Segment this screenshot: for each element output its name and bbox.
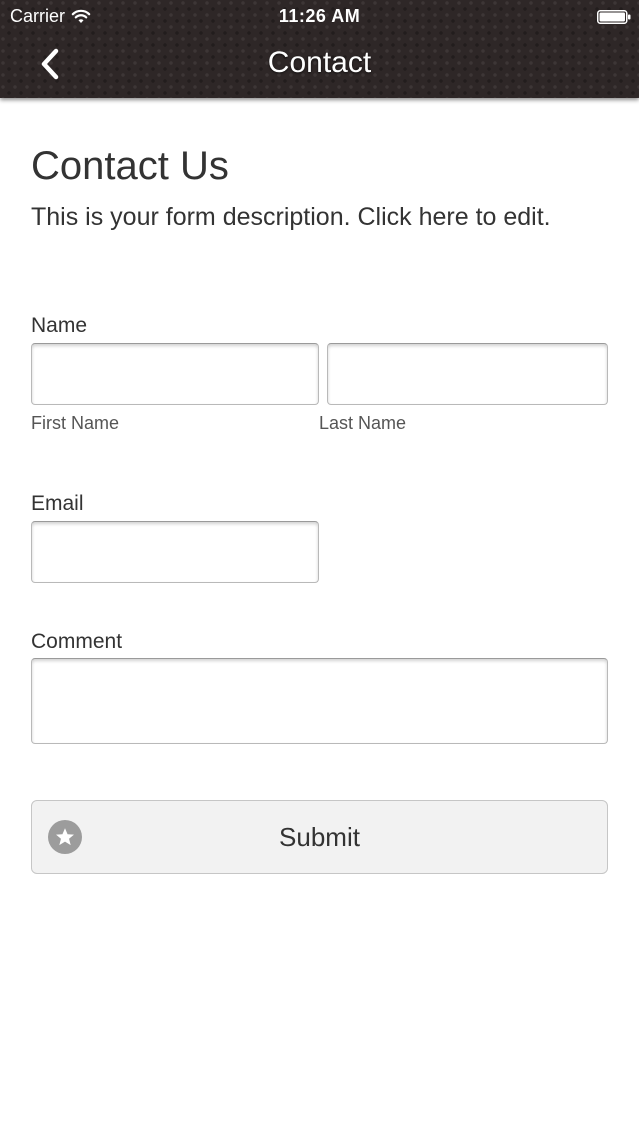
submit-button[interactable]: Submit — [31, 800, 608, 874]
last-name-sublabel: Last Name — [319, 413, 407, 433]
email-input[interactable] — [31, 521, 319, 583]
last-name-input[interactable] — [327, 343, 608, 405]
first-name-input[interactable] — [31, 343, 319, 405]
status-bar: Carrier 11:26 AM — [0, 0, 639, 34]
comment-textarea[interactable] — [31, 658, 608, 744]
name-label: Name — [31, 314, 88, 337]
status-time: 11:26 AM — [278, 6, 361, 26]
submit-label: Submit — [279, 822, 360, 852]
battery-icon — [597, 8, 631, 24]
email-label: Email — [31, 492, 84, 515]
nav-title: Contact — [267, 46, 372, 79]
nav-bar: Contact — [0, 34, 639, 94]
comment-label: Comment — [31, 630, 123, 653]
form-title: Contact Us — [31, 144, 229, 188]
app-header: Carrier 11:26 AM Contact — [0, 0, 639, 98]
first-name-sublabel: First Name — [31, 413, 120, 433]
form-description[interactable]: This is your form description. Click her… — [31, 203, 551, 232]
